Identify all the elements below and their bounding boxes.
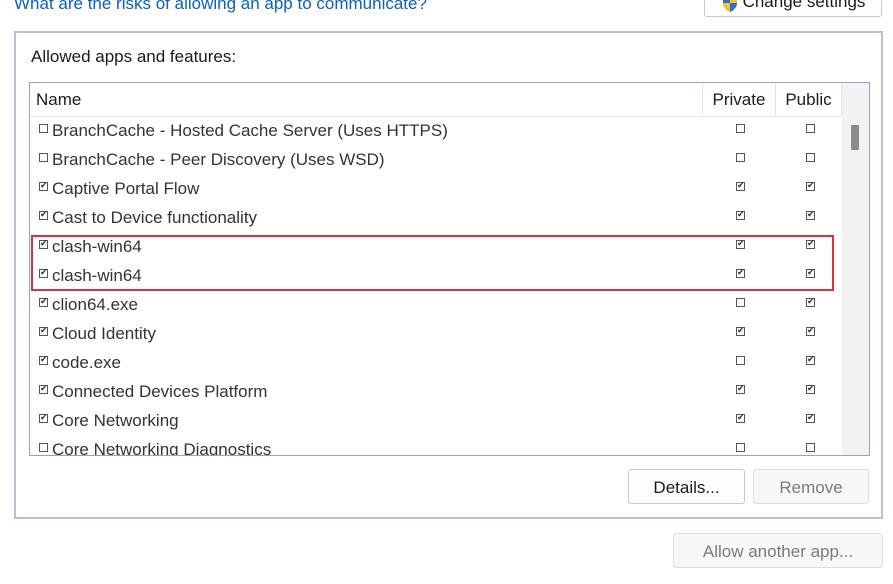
list-item[interactable]: ✔ Captive Portal Flow ✔ ✔: [30, 174, 842, 203]
list-item[interactable]: ✔ Core Networking ✔ ✔: [30, 406, 842, 435]
column-header-private[interactable]: Private: [702, 83, 775, 116]
enabled-checkbox[interactable]: [39, 153, 48, 162]
change-settings-label: Change settings: [742, 0, 866, 11]
enabled-checkbox[interactable]: ✔: [39, 327, 48, 336]
change-settings-button[interactable]: Change settings: [704, 0, 882, 17]
details-button[interactable]: Details...: [628, 469, 745, 504]
public-checkbox[interactable]: ✔: [806, 298, 815, 307]
list-item[interactable]: BranchCache - Peer Discovery (Uses WSD): [30, 145, 842, 174]
enabled-checkbox[interactable]: ✔: [39, 182, 48, 191]
list-item[interactable]: ✔ Connected Devices Platform ✔ ✔: [30, 377, 842, 406]
list-item[interactable]: ✔ Cloud Identity ✔ ✔: [30, 319, 842, 348]
private-checkbox[interactable]: [736, 443, 745, 452]
enabled-checkbox[interactable]: ✔: [39, 414, 48, 423]
list-item[interactable]: Core Networking Diagnostics: [30, 435, 842, 456]
list-item[interactable]: ✔ code.exe ✔: [30, 348, 842, 377]
list-item[interactable]: ✔ clion64.exe ✔: [30, 290, 842, 319]
app-name: BranchCache - Hosted Cache Server (Uses …: [52, 121, 448, 140]
app-name: Connected Devices Platform: [52, 382, 268, 401]
list-rows: BranchCache - Hosted Cache Server (Uses …: [30, 116, 842, 456]
enabled-checkbox[interactable]: ✔: [39, 385, 48, 394]
private-checkbox[interactable]: ✔: [736, 182, 745, 191]
enabled-checkbox[interactable]: ✔: [39, 298, 48, 307]
public-checkbox[interactable]: ✔: [806, 356, 815, 365]
remove-button[interactable]: Remove: [753, 469, 869, 504]
private-checkbox[interactable]: ✔: [736, 385, 745, 394]
list-item[interactable]: ✔ clash-win64 ✔ ✔: [30, 261, 842, 290]
public-checkbox[interactable]: [806, 124, 815, 133]
private-checkbox[interactable]: ✔: [736, 240, 745, 249]
uac-shield-icon: [721, 0, 739, 12]
app-name: Captive Portal Flow: [52, 179, 200, 198]
private-checkbox[interactable]: [736, 153, 745, 162]
public-checkbox[interactable]: ✔: [806, 211, 815, 220]
private-checkbox[interactable]: [736, 298, 745, 307]
allowed-apps-list[interactable]: Name Private Public BranchCache - Hosted…: [29, 82, 870, 456]
vertical-scrollbar[interactable]: [842, 83, 869, 455]
allowed-apps-label: Allowed apps and features:: [31, 47, 237, 66]
risks-link[interactable]: What are the risks of allowing an app to…: [14, 0, 427, 14]
private-checkbox[interactable]: [736, 356, 745, 365]
app-name: Core Networking Diagnostics: [52, 440, 272, 456]
app-name: clash-win64: [52, 237, 142, 256]
app-name: code.exe: [52, 353, 121, 372]
enabled-checkbox[interactable]: ✔: [39, 240, 48, 249]
column-header-name[interactable]: Name: [36, 83, 81, 116]
private-checkbox[interactable]: ✔: [736, 327, 745, 336]
public-checkbox[interactable]: ✔: [806, 182, 815, 191]
private-checkbox[interactable]: ✔: [736, 211, 745, 220]
app-name: Core Networking: [52, 411, 179, 430]
public-checkbox[interactable]: ✔: [806, 327, 815, 336]
app-name: clion64.exe: [52, 295, 139, 314]
app-name: clash-win64: [52, 266, 142, 285]
enabled-checkbox[interactable]: [39, 124, 48, 133]
public-checkbox[interactable]: [806, 443, 815, 452]
public-checkbox[interactable]: ✔: [806, 414, 815, 423]
private-checkbox[interactable]: [736, 124, 745, 133]
allow-another-app-button[interactable]: Allow another app...: [673, 533, 883, 568]
list-item[interactable]: ✔ clash-win64 ✔ ✔: [30, 232, 842, 261]
private-checkbox[interactable]: ✔: [736, 269, 745, 278]
enabled-checkbox[interactable]: [39, 443, 48, 452]
app-name: BranchCache - Peer Discovery (Uses WSD): [52, 150, 385, 169]
private-checkbox[interactable]: ✔: [736, 414, 745, 423]
list-header: Name Private Public: [30, 83, 842, 117]
public-checkbox[interactable]: ✔: [806, 385, 815, 394]
list-item[interactable]: ✔ Cast to Device functionality ✔ ✔: [30, 203, 842, 232]
public-checkbox[interactable]: [806, 153, 815, 162]
enabled-checkbox[interactable]: ✔: [39, 269, 48, 278]
public-checkbox[interactable]: ✔: [806, 269, 815, 278]
app-name: Cast to Device functionality: [52, 208, 258, 227]
enabled-checkbox[interactable]: ✔: [39, 211, 48, 220]
app-name: Cloud Identity: [52, 324, 156, 343]
list-item[interactable]: BranchCache - Hosted Cache Server (Uses …: [30, 116, 842, 145]
public-checkbox[interactable]: ✔: [806, 240, 815, 249]
column-header-public[interactable]: Public: [775, 83, 842, 116]
scrollbar-thumb[interactable]: [851, 125, 859, 150]
enabled-checkbox[interactable]: ✔: [39, 356, 48, 365]
